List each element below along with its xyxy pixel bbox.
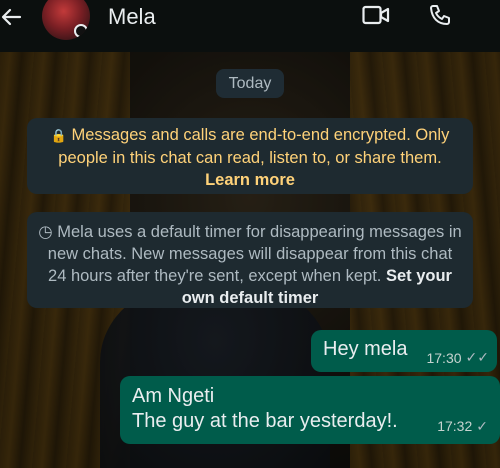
double-check-icon: ✓✓ [465, 349, 489, 365]
outgoing-message[interactable]: Am Ngeti The guy at the bar yesterday!. … [120, 376, 500, 444]
lock-icon: 🔒 [50, 128, 67, 143]
message-meta: 17:30 ✓✓ [426, 349, 489, 366]
message-time: 17:32 [437, 418, 473, 434]
chat-header: Mela [0, 0, 500, 52]
timer-icon: ◷ [38, 223, 53, 241]
encryption-notice[interactable]: 🔒 Messages and calls are end-to-end encr… [27, 118, 473, 194]
message-text: Hey mela [323, 338, 408, 360]
arrow-left-icon[interactable] [0, 6, 24, 28]
avatar[interactable] [42, 0, 90, 40]
outgoing-message[interactable]: Hey mela 17:30 ✓✓ [311, 330, 497, 372]
disappearing-timer-icon [74, 24, 88, 38]
message-meta: 17:32 ✓ [437, 414, 488, 439]
contact-name[interactable]: Mela [108, 4, 156, 30]
message-text-line-1: Am Ngeti [132, 385, 215, 407]
video-camera-icon[interactable] [362, 4, 390, 26]
single-check-icon: ✓ [476, 418, 488, 434]
phone-icon[interactable] [428, 4, 452, 28]
disappearing-timer-notice[interactable]: ◷ Mela uses a default timer for disappea… [27, 212, 473, 308]
message-time: 17:30 [426, 349, 462, 366]
date-separator: Today [216, 69, 284, 98]
message-text-line-2: The guy at the bar yesterday!. [132, 410, 398, 432]
encryption-notice-text: Messages and calls are end-to-end encryp… [58, 126, 450, 167]
learn-more-link[interactable]: Learn more [205, 171, 295, 189]
